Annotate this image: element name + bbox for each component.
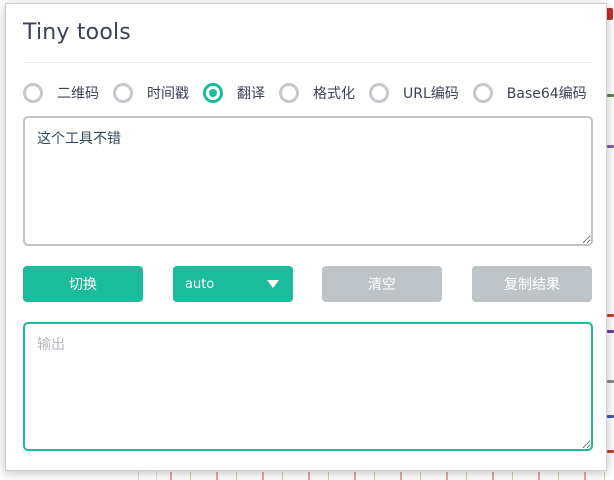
- chevron-down-icon: [267, 280, 279, 288]
- title-divider: [23, 62, 593, 63]
- radio-button[interactable]: [23, 83, 43, 103]
- tool-option-label: Base64编码: [506, 86, 587, 102]
- switch-button[interactable]: 切换: [23, 266, 143, 302]
- background-code-mark: [607, 330, 614, 333]
- background-code-mark: [607, 380, 614, 383]
- copy-result-button[interactable]: 复制结果: [472, 266, 592, 302]
- input-textarea[interactable]: 这个工具不错: [23, 116, 593, 246]
- radio-button[interactable]: [279, 83, 299, 103]
- language-select-value: auto: [185, 276, 215, 292]
- tool-option-label: 二维码: [57, 86, 99, 102]
- tool-option-url-encode[interactable]: URL编码: [369, 83, 459, 103]
- tool-option-translate[interactable]: 翻译: [203, 83, 265, 103]
- tool-option-label: 时间戳: [147, 86, 189, 102]
- background-gutter-line: [156, 470, 157, 480]
- radio-button[interactable]: [369, 83, 389, 103]
- background-code-strip: [160, 472, 614, 480]
- radio-button[interactable]: [472, 83, 493, 103]
- background-code-mark: [607, 415, 614, 418]
- background-code-mark: [607, 145, 614, 148]
- background-code-mark: [607, 450, 614, 453]
- language-select[interactable]: auto: [173, 266, 293, 302]
- tool-option-base64-encode[interactable]: Base64编码: [472, 83, 587, 103]
- clear-button[interactable]: 清空: [322, 266, 442, 302]
- radio-button-checked[interactable]: [203, 83, 223, 103]
- page-title: Tiny tools: [23, 20, 131, 45]
- output-textarea[interactable]: [23, 322, 593, 451]
- tool-option-qrcode[interactable]: 二维码: [23, 83, 99, 103]
- tool-option-label: URL编码: [403, 86, 459, 102]
- background-gutter-line: [138, 470, 139, 480]
- radio-button[interactable]: [113, 83, 133, 103]
- tool-option-label: 格式化: [313, 86, 355, 102]
- tool-option-timestamp[interactable]: 时间戳: [113, 83, 189, 103]
- background-code-mark: [607, 94, 614, 97]
- tool-selector: 二维码 时间戳 翻译 格式化 URL编码 Base64编码: [23, 82, 601, 104]
- tool-option-format[interactable]: 格式化: [279, 83, 355, 103]
- tool-option-label: 翻译: [237, 86, 265, 102]
- tiny-tools-popup: Tiny tools 二维码 时间戳 翻译 格式化 URL编码 Base64编码…: [5, 3, 607, 471]
- background-code-mark: [607, 314, 614, 317]
